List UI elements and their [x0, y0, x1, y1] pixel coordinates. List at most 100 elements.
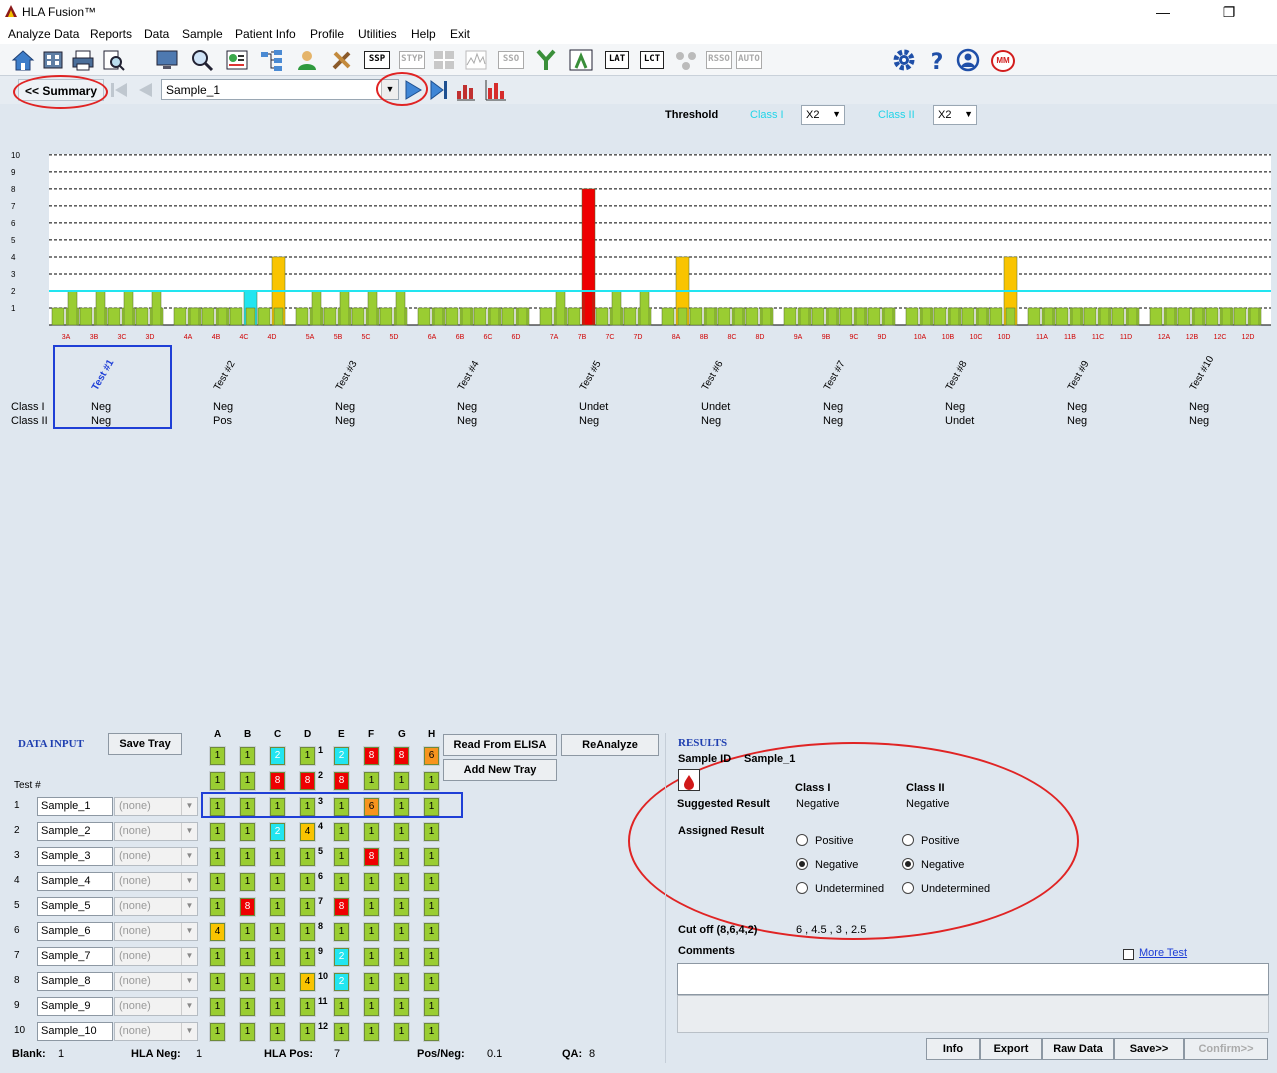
tray-well[interactable]: 1: [364, 1023, 379, 1041]
auto-icon[interactable]: AUTO: [736, 51, 762, 69]
sample-name-field[interactable]: Sample_6: [37, 922, 113, 941]
grid-disabled-icon[interactable]: [431, 48, 457, 72]
tray-well[interactable]: 1: [364, 772, 379, 790]
tray-well[interactable]: 1: [394, 823, 409, 841]
waveform-disabled-icon[interactable]: [463, 48, 489, 72]
tray-well[interactable]: 1: [240, 923, 255, 941]
hierarchy-icon[interactable]: [259, 48, 285, 72]
tray-well[interactable]: 1: [240, 772, 255, 790]
chevron-down-icon[interactable]: ▼: [181, 898, 197, 915]
tray-well[interactable]: 1: [364, 823, 379, 841]
sso-icon[interactable]: SSO: [498, 51, 524, 69]
sample-select[interactable]: Sample_1 ▼: [161, 79, 399, 100]
first-record-icon[interactable]: [108, 80, 130, 100]
tray-well[interactable]: 1: [334, 998, 349, 1016]
summary-button[interactable]: << Summary: [18, 79, 104, 101]
tray-well[interactable]: 1: [300, 873, 315, 891]
restore-button[interactable]: ❐: [1206, 0, 1252, 24]
tray-well[interactable]: 1: [424, 1023, 439, 1041]
comments-textarea[interactable]: [677, 963, 1269, 995]
menu-utilities[interactable]: Utilities: [358, 27, 397, 41]
tray-well[interactable]: 1: [424, 998, 439, 1016]
tray-well[interactable]: 4: [300, 973, 315, 991]
tray-well[interactable]: 1: [300, 998, 315, 1016]
tray-well[interactable]: 1: [424, 873, 439, 891]
tray-well[interactable]: 4: [300, 823, 315, 841]
add-new-tray-button[interactable]: Add New Tray: [443, 759, 557, 781]
menu-patient-info[interactable]: Patient Info: [235, 27, 296, 41]
chevron-down-icon[interactable]: ▼: [181, 798, 197, 815]
tray-well[interactable]: 1: [300, 898, 315, 916]
tray-well[interactable]: 1: [240, 823, 255, 841]
dna-tools-icon[interactable]: [329, 48, 355, 72]
print-icon[interactable]: [70, 48, 96, 72]
tray-well[interactable]: 1: [364, 998, 379, 1016]
tray-well[interactable]: 6: [424, 747, 439, 765]
tray-well[interactable]: 1: [210, 1023, 225, 1041]
tray-well[interactable]: 8: [334, 898, 349, 916]
tray-well[interactable]: 2: [334, 973, 349, 991]
tray-well[interactable]: 1: [394, 923, 409, 941]
search-icon[interactable]: [189, 48, 215, 72]
menu-data[interactable]: Data: [144, 27, 169, 41]
tray-well[interactable]: 1: [240, 848, 255, 866]
test-column[interactable]: Test #5 Undet Neg: [543, 345, 663, 430]
sample-type-combo[interactable]: (none) ▼: [114, 922, 198, 941]
tray-well[interactable]: 1: [394, 948, 409, 966]
lct-icon[interactable]: LCT: [640, 51, 664, 69]
test-column[interactable]: Test #10 Neg Neg: [1153, 345, 1273, 430]
sample-type-combo[interactable]: (none) ▼: [114, 897, 198, 916]
sample-type-combo[interactable]: (none) ▼: [114, 847, 198, 866]
tray-well[interactable]: 1: [210, 948, 225, 966]
lat-icon[interactable]: LAT: [605, 51, 629, 69]
tray-well[interactable]: 8: [270, 772, 285, 790]
home-icon[interactable]: [10, 48, 36, 72]
tray-well[interactable]: 1: [240, 1023, 255, 1041]
sample-type-combo[interactable]: (none) ▼: [114, 1022, 198, 1041]
sample-name-field[interactable]: Sample_5: [37, 897, 113, 916]
tray-well[interactable]: 1: [394, 848, 409, 866]
tray-well[interactable]: 1: [210, 973, 225, 991]
sample-name-field[interactable]: Sample_8: [37, 972, 113, 991]
tray-well[interactable]: 1: [394, 1023, 409, 1041]
tray-well[interactable]: 1: [394, 998, 409, 1016]
tray-well[interactable]: 1: [394, 873, 409, 891]
tray-well[interactable]: 1: [424, 848, 439, 866]
tray-well[interactable]: 1: [300, 848, 315, 866]
user-icon[interactable]: [955, 48, 981, 72]
tray-well[interactable]: 1: [394, 973, 409, 991]
read-from-elisa-button[interactable]: Read From ELISA: [443, 734, 557, 756]
tray-well[interactable]: 2: [334, 948, 349, 966]
sample-type-combo[interactable]: (none) ▼: [114, 997, 198, 1016]
tray-well[interactable]: 1: [270, 1023, 285, 1041]
print-preview-icon[interactable]: [100, 48, 126, 72]
rsso-icon[interactable]: RSSO: [706, 51, 732, 69]
class1-positive-radio[interactable]: [796, 834, 808, 846]
tray-well[interactable]: 1: [334, 873, 349, 891]
next-record-icon[interactable]: [402, 79, 424, 101]
sample-type-combo[interactable]: (none) ▼: [114, 947, 198, 966]
ssp-icon[interactable]: SSP: [364, 51, 390, 69]
save-tray-button[interactable]: Save Tray: [108, 733, 182, 755]
tray-well[interactable]: 2: [270, 823, 285, 841]
class2-undetermined-radio[interactable]: [902, 882, 914, 894]
more-test-checkbox[interactable]: [1123, 949, 1134, 960]
menu-exit[interactable]: Exit: [450, 27, 470, 41]
last-record-icon[interactable]: [428, 79, 450, 101]
tray-well[interactable]: 1: [270, 848, 285, 866]
chevron-down-icon[interactable]: ▼: [181, 948, 197, 965]
tray-well[interactable]: 8: [394, 747, 409, 765]
test-column[interactable]: Test #6 Undet Neg: [665, 345, 785, 430]
gear-icon[interactable]: [891, 48, 917, 72]
sample-name-field[interactable]: Sample_1: [37, 797, 113, 816]
more-test-link[interactable]: More Test: [1139, 947, 1187, 959]
tray-well[interactable]: 1: [424, 948, 439, 966]
bar-chart-icon[interactable]: [485, 79, 507, 101]
monitor-icon[interactable]: [154, 48, 180, 72]
chevron-down-icon[interactable]: ▼: [181, 1023, 197, 1040]
tray-well[interactable]: 1: [300, 948, 315, 966]
tray-well[interactable]: 1: [334, 923, 349, 941]
reanalyze-button[interactable]: ReAnalyze: [561, 734, 659, 756]
help-icon[interactable]: ?: [924, 48, 950, 72]
sample-status-box[interactable]: [678, 769, 700, 791]
